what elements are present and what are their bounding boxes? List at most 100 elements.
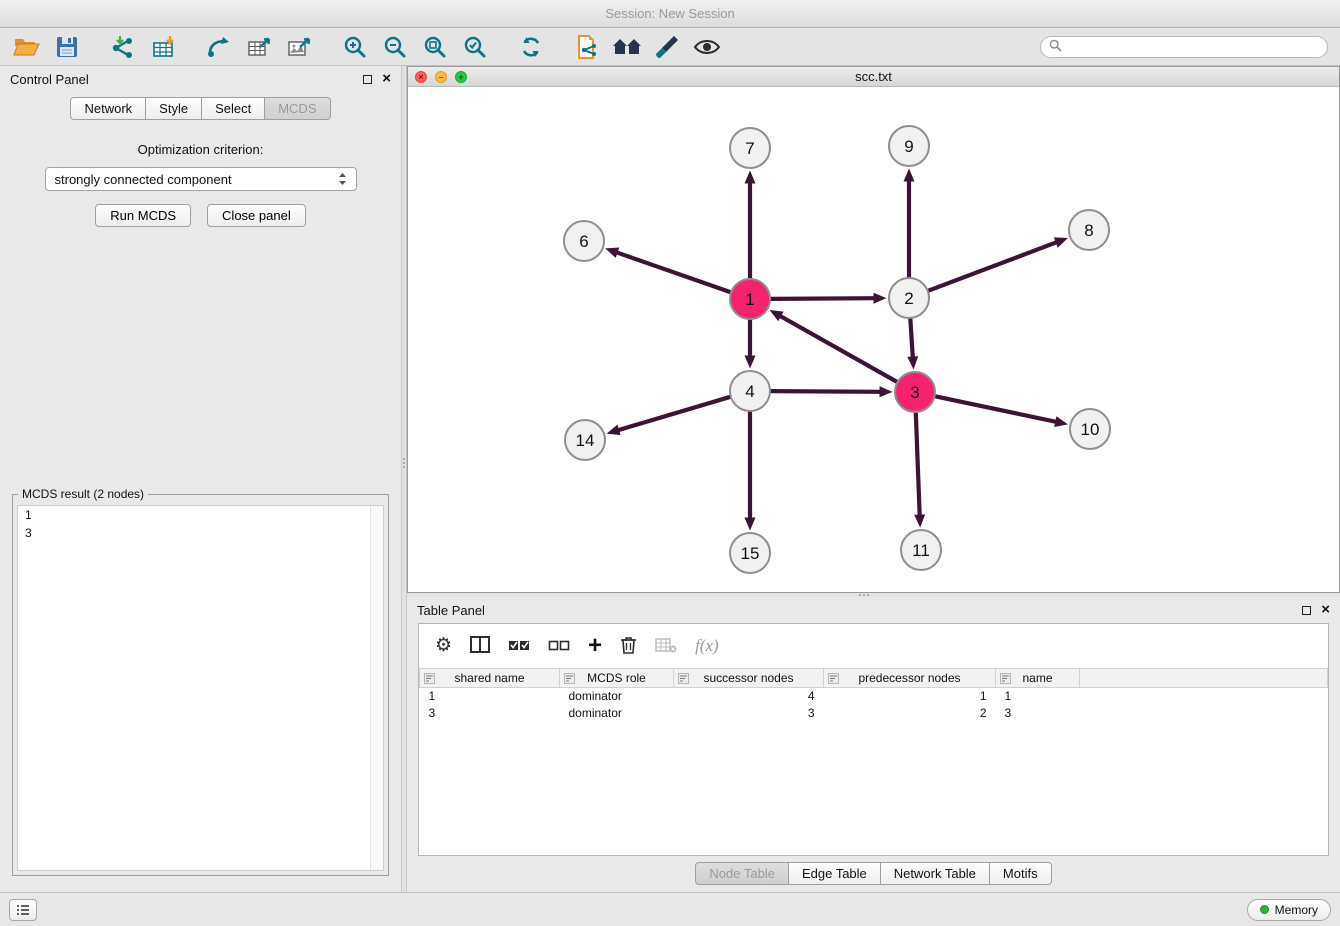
open-session-icon[interactable] xyxy=(12,32,42,62)
table-tab-edge-table[interactable]: Edge Table xyxy=(789,862,881,885)
zoom-window-icon[interactable]: + xyxy=(455,71,467,83)
graph-edge-2-8[interactable] xyxy=(928,242,1058,291)
close-panel-icon[interactable]: × xyxy=(382,74,391,84)
table-tab-network-table[interactable]: Network Table xyxy=(881,862,990,885)
table-cell-filler xyxy=(1080,688,1328,705)
svg-text:3: 3 xyxy=(910,383,919,402)
column-header-name[interactable]: name xyxy=(996,669,1080,688)
show-panel-button[interactable] xyxy=(9,899,37,921)
import-table-icon[interactable] xyxy=(148,32,178,62)
table-cell[interactable]: 1 xyxy=(420,688,560,705)
table-cell[interactable]: dominator xyxy=(560,705,674,722)
result-item: 3 xyxy=(18,524,383,542)
new-network-icon[interactable] xyxy=(204,32,234,62)
float-panel-icon[interactable] xyxy=(363,75,372,84)
graph-node-15[interactable]: 15 xyxy=(730,533,770,573)
close-panel-button[interactable]: Close panel xyxy=(207,204,306,227)
column-header-predecessor-nodes[interactable]: predecessor nodes xyxy=(824,669,996,688)
table-tab-motifs[interactable]: Motifs xyxy=(990,862,1052,885)
refresh-icon[interactable] xyxy=(516,32,546,62)
style-paint-icon[interactable] xyxy=(652,32,682,62)
column-header-successor-nodes[interactable]: successor nodes xyxy=(674,669,824,688)
graph-node-4[interactable]: 4 xyxy=(730,371,770,411)
table-cell[interactable]: 3 xyxy=(420,705,560,722)
optimization-dropdown[interactable]: strongly connected component xyxy=(45,167,357,191)
graph-edge-1-2[interactable] xyxy=(770,298,876,299)
delete-row-icon[interactable] xyxy=(620,635,637,657)
result-scrollbar[interactable] xyxy=(370,506,383,870)
copy-network-view-icon[interactable] xyxy=(572,32,602,62)
graph-node-3[interactable]: 3 xyxy=(895,372,935,412)
graph-node-8[interactable]: 8 xyxy=(1069,210,1109,250)
graph-edge-4-3[interactable] xyxy=(770,391,882,392)
graph-node-10[interactable]: 10 xyxy=(1070,409,1110,449)
graph-edge-arrowhead xyxy=(1054,237,1068,247)
table-settings-icon[interactable]: ⚙ xyxy=(435,636,452,656)
save-session-icon[interactable] xyxy=(52,32,82,62)
graph-edge-1-6[interactable] xyxy=(616,252,731,292)
graph-node-6[interactable]: 6 xyxy=(564,221,604,261)
table-panel-header: Table Panel × xyxy=(407,597,1340,623)
import-network-icon[interactable] xyxy=(108,32,138,62)
tab-network[interactable]: Network xyxy=(70,97,146,120)
column-sort-icon xyxy=(564,673,575,687)
graph-node-2[interactable]: 2 xyxy=(889,278,929,318)
mcds-result-list[interactable]: 13 xyxy=(17,505,384,871)
delete-table-icon[interactable] xyxy=(655,637,677,656)
table-cell[interactable]: 1 xyxy=(996,688,1080,705)
network-view-window: × – + scc.txt 7968124310141511 xyxy=(407,66,1340,593)
tab-style[interactable]: Style xyxy=(146,97,202,120)
table-row[interactable]: 3dominator323 xyxy=(420,705,1328,722)
table-row[interactable]: 1dominator411 xyxy=(420,688,1328,705)
graph-node-11[interactable]: 11 xyxy=(901,530,941,570)
graph-edge-4-14[interactable] xyxy=(617,397,731,431)
node-table-container: ⚙ + xyxy=(418,623,1329,856)
graph-node-14[interactable]: 14 xyxy=(565,420,605,460)
add-row-icon[interactable]: + xyxy=(588,636,602,656)
column-header-shared-name[interactable]: shared name xyxy=(420,669,560,688)
table-cell[interactable]: 1 xyxy=(824,688,996,705)
zoom-fit-icon[interactable] xyxy=(420,32,450,62)
table-cell[interactable]: 2 xyxy=(824,705,996,722)
graph-edge-2-3[interactable] xyxy=(910,318,913,359)
table-cell[interactable]: 4 xyxy=(674,688,824,705)
show-columns-icon[interactable] xyxy=(470,636,490,656)
memory-button[interactable]: Memory xyxy=(1247,899,1331,921)
tab-select[interactable]: Select xyxy=(202,97,265,120)
table-cell[interactable]: 3 xyxy=(674,705,824,722)
graph-node-7[interactable]: 7 xyxy=(730,128,770,168)
graph-edge-3-10[interactable] xyxy=(935,396,1058,422)
export-table-icon[interactable] xyxy=(244,32,274,62)
close-table-panel-icon[interactable]: × xyxy=(1321,605,1330,615)
home-icon[interactable] xyxy=(612,32,642,62)
network-canvas-area[interactable]: 7 9 6 8 1 2 4 3 10 14 15 11 xyxy=(408,88,1339,592)
column-sort-icon xyxy=(424,673,435,687)
run-mcds-button[interactable]: Run MCDS xyxy=(95,204,191,227)
float-table-panel-icon[interactable] xyxy=(1302,606,1311,615)
column-header-MCDS-role[interactable]: MCDS role xyxy=(560,669,674,688)
graph-edge-3-1[interactable] xyxy=(779,315,897,382)
minimize-window-icon[interactable]: – xyxy=(435,71,447,83)
graph-node-1[interactable]: 1 xyxy=(730,279,770,319)
export-image-icon[interactable] xyxy=(284,32,314,62)
search-box[interactable] xyxy=(1040,36,1328,58)
close-window-icon[interactable]: × xyxy=(415,71,427,83)
tab-mcds[interactable]: MCDS xyxy=(265,97,330,120)
mcds-result-group: MCDS result (2 nodes) 13 xyxy=(12,494,389,876)
zoom-out-icon[interactable] xyxy=(380,32,410,62)
graph-edge-3-11[interactable] xyxy=(916,412,920,517)
table-cell[interactable]: dominator xyxy=(560,688,674,705)
search-icon xyxy=(1049,39,1062,55)
table-tab-node-table[interactable]: Node Table xyxy=(695,862,789,885)
table-cell[interactable]: 3 xyxy=(996,705,1080,722)
search-input[interactable] xyxy=(1068,40,1319,54)
zoom-in-icon[interactable] xyxy=(340,32,370,62)
unselect-all-icon[interactable] xyxy=(548,638,570,655)
graph-node-9[interactable]: 9 xyxy=(889,126,929,166)
select-all-icon[interactable] xyxy=(508,638,530,655)
show-hide-graphics-icon[interactable] xyxy=(692,32,722,62)
zoom-selected-icon[interactable] xyxy=(460,32,490,62)
table-cell-filler xyxy=(1080,705,1328,722)
function-builder-icon[interactable]: f(x) xyxy=(695,636,719,656)
main-toolbar xyxy=(0,29,1340,66)
